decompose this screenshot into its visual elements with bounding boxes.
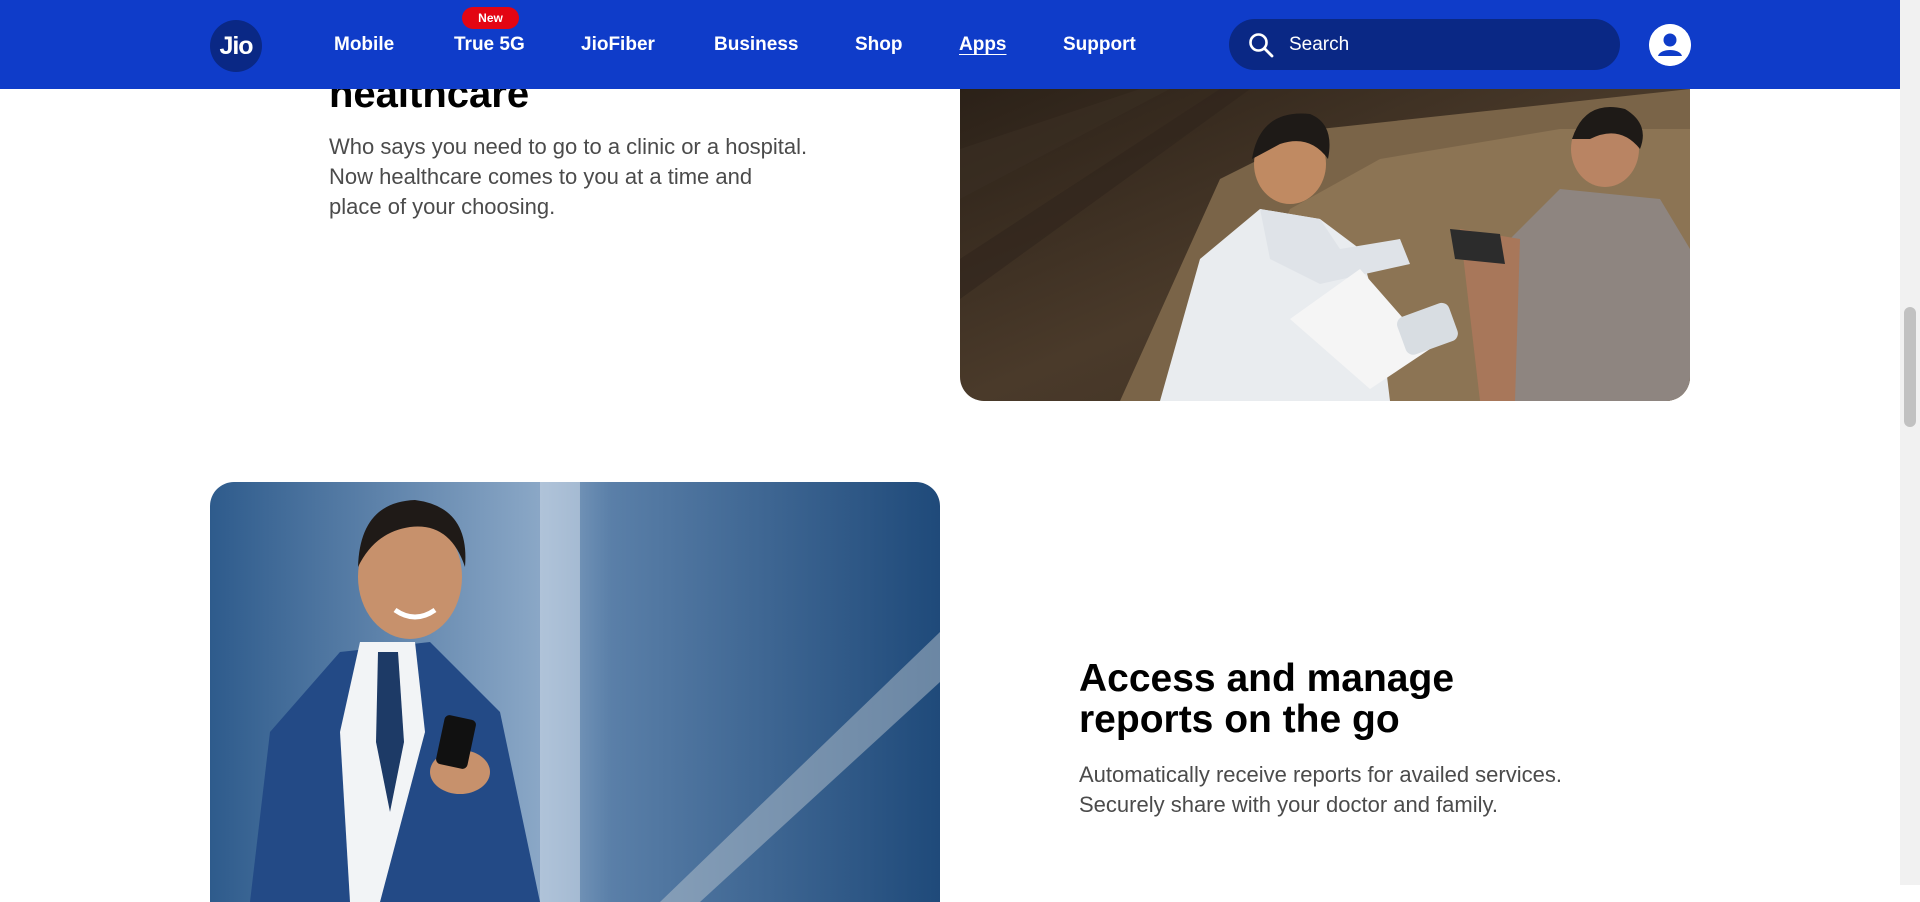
section-body-healthcare: Who says you need to go to a clinic or a… [329,134,808,219]
new-badge: New [462,7,519,29]
user-icon [1649,24,1691,66]
site-header: Jio Mobile True 5G New JioFiber Business… [0,0,1900,89]
page-scrollbar[interactable] [1900,0,1920,885]
nav-shop[interactable]: Shop [855,33,903,57]
profile-button[interactable] [1649,24,1691,66]
nav-apps[interactable]: Apps [959,33,1007,57]
search-input[interactable] [1287,32,1591,57]
jio-logo[interactable]: Jio [210,20,262,72]
scrollbar-thumb[interactable] [1904,307,1916,427]
businessman-photo [210,482,940,902]
nav-jiofiber[interactable]: JioFiber [581,33,655,57]
nav-business[interactable]: Business [714,33,798,57]
search-bar[interactable] [1229,19,1620,70]
section-body-reports: Automatically receive reports for availe… [1079,762,1562,817]
nav-support[interactable]: Support [1063,33,1136,57]
section-heading-reports: Access and manage reports on the go [1079,657,1455,741]
nav-true-5g[interactable]: True 5G [454,33,525,57]
doctor-photo [960,89,1690,401]
search-icon [1247,31,1275,59]
nav-mobile[interactable]: Mobile [334,33,394,57]
